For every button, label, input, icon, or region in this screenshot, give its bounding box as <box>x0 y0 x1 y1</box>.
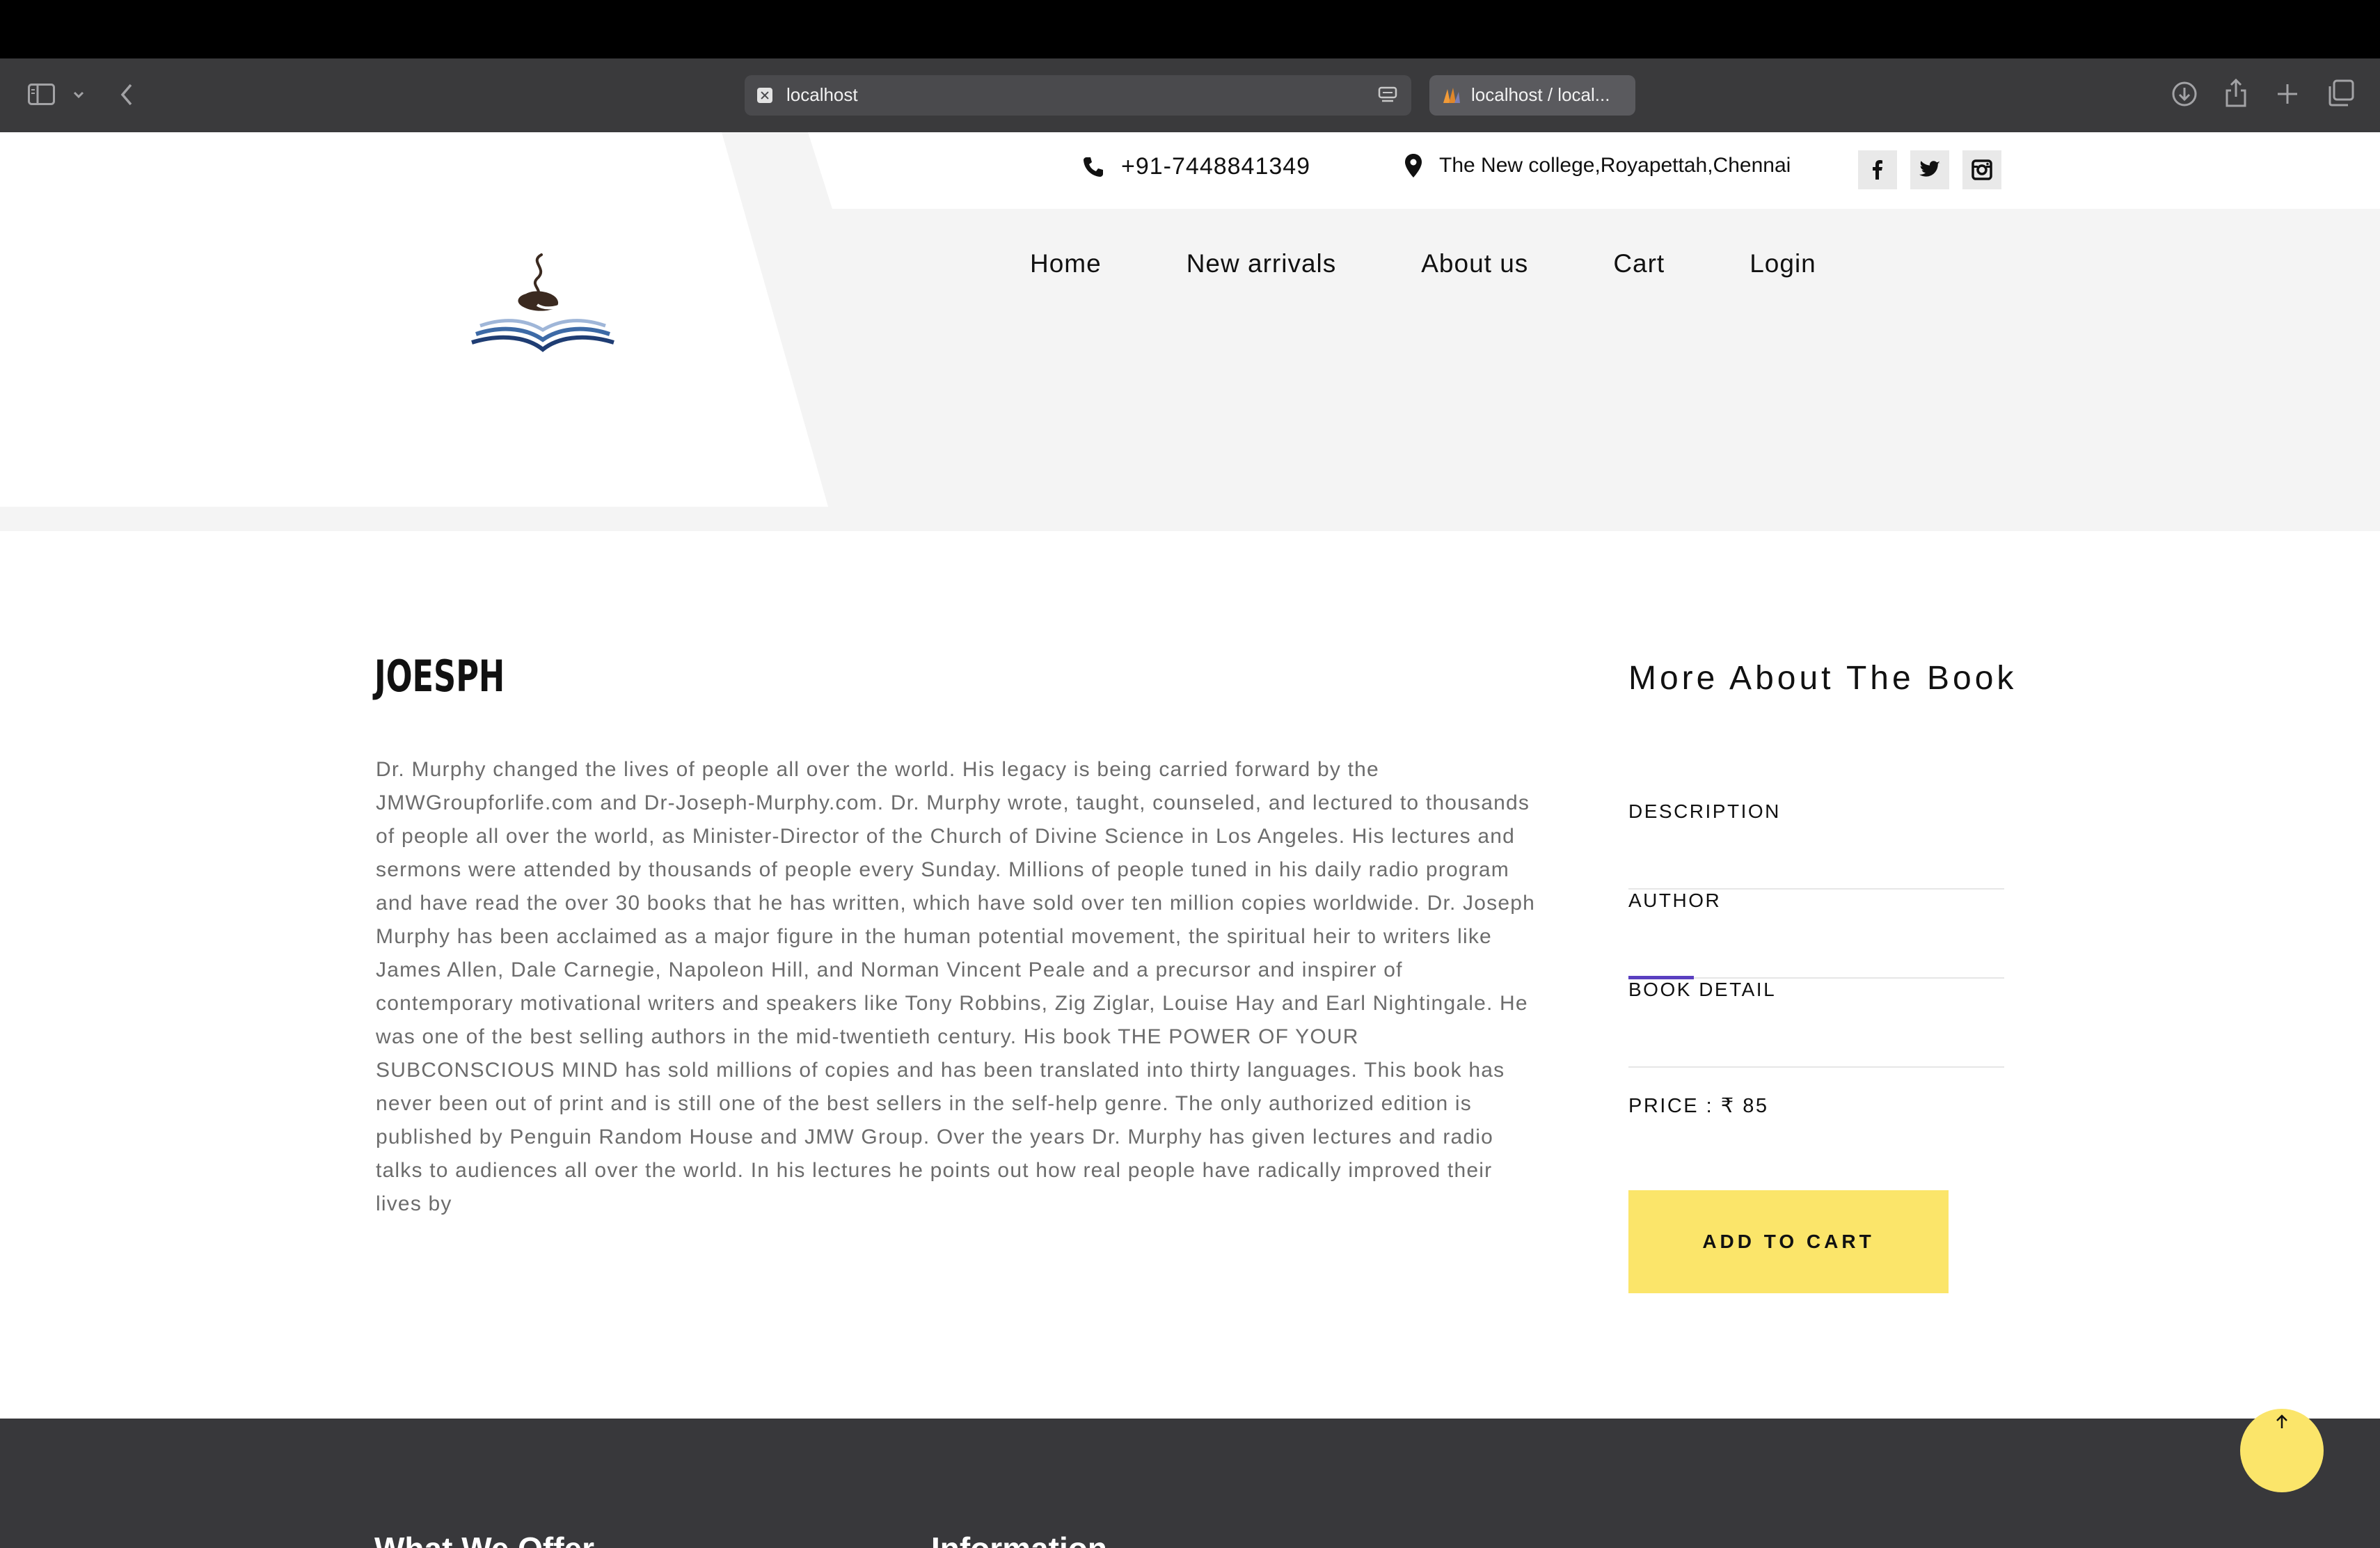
phone-icon <box>1084 157 1103 177</box>
book-price: PRICE : ₹ 85 <box>1628 1095 1769 1117</box>
tab-author[interactable]: AUTHOR <box>1628 890 2004 979</box>
location-pin-icon <box>1405 154 1422 177</box>
tab-author-label: AUTHOR <box>1628 890 1722 911</box>
arrow-up-icon <box>2276 1414 2287 1428</box>
nav-new-arrivals[interactable]: New arrivals <box>1187 249 1337 278</box>
contact-address: The New college,Royapettah,Chennai <box>1404 153 1791 178</box>
facebook-icon <box>1873 160 1882 180</box>
browser-tab[interactable]: localhost / local... <box>1429 75 1635 116</box>
site-logo[interactable] <box>459 244 626 383</box>
book-description: Dr. Murphy changed the lives of people a… <box>376 758 1535 1215</box>
twitter-icon <box>1919 161 1940 177</box>
sidebar-toggle-icon[interactable] <box>28 84 57 106</box>
scroll-to-top-button[interactable] <box>2240 1409 2324 1492</box>
os-menu-bar <box>0 0 2380 58</box>
address-bar-text[interactable]: localhost <box>786 84 858 106</box>
nav-home[interactable]: Home <box>1030 249 1102 278</box>
facebook-button[interactable] <box>1858 150 1897 189</box>
address-bar[interactable]: localhost <box>745 75 1411 116</box>
footer-heading-offer: What We Offer <box>374 1530 594 1548</box>
nav-cart[interactable]: Cart <box>1613 249 1665 278</box>
tab-overview-icon[interactable] <box>2327 79 2355 107</box>
tab-book-detail-label: BOOK DETAIL <box>1628 979 1777 1000</box>
twitter-button[interactable] <box>1910 150 1949 189</box>
main-nav: Home New arrivals About us Cart Login <box>1030 249 1901 278</box>
tab-favicon-icon <box>1441 86 1461 104</box>
site-favicon-icon <box>757 88 772 103</box>
site-header: +91-7448841349 The New college,Royapetta… <box>0 132 2380 531</box>
address-text: The New college,Royapettah,Chennai <box>1439 154 1791 177</box>
nav-about-us[interactable]: About us <box>1421 249 1528 278</box>
site-footer: What We Offer Information <box>0 1419 2380 1548</box>
new-tab-icon[interactable] <box>2276 82 2299 106</box>
phone-number: +91-7448841349 <box>1121 153 1311 180</box>
contact-phone[interactable]: +91-7448841349 <box>1082 153 1310 180</box>
footer-heading-information: Information <box>931 1530 1107 1548</box>
more-about-heading: More About The Book <box>1628 660 2017 697</box>
downloads-icon[interactable] <box>2171 81 2198 107</box>
back-arrow-icon[interactable] <box>118 82 135 107</box>
nav-login[interactable]: Login <box>1750 249 1816 278</box>
browser-toolbar: localhost localhost / local... <box>0 58 2380 132</box>
instagram-icon <box>1972 159 1992 180</box>
share-icon[interactable] <box>2224 78 2248 107</box>
tab-description[interactable]: DESCRIPTION <box>1628 800 2004 890</box>
instagram-button[interactable] <box>1962 150 2001 189</box>
tab-book-detail[interactable]: BOOK DETAIL <box>1628 979 2004 1068</box>
tab-title: localhost / local... <box>1471 84 1610 105</box>
tab-description-label: DESCRIPTION <box>1628 800 1781 822</box>
logo-panel <box>0 132 828 507</box>
reader-mode-icon[interactable] <box>1378 86 1397 107</box>
chevron-down-icon[interactable] <box>72 90 85 99</box>
add-to-cart-button[interactable]: ADD TO CART <box>1628 1190 1949 1293</box>
book-title: JOESPH <box>374 651 505 702</box>
